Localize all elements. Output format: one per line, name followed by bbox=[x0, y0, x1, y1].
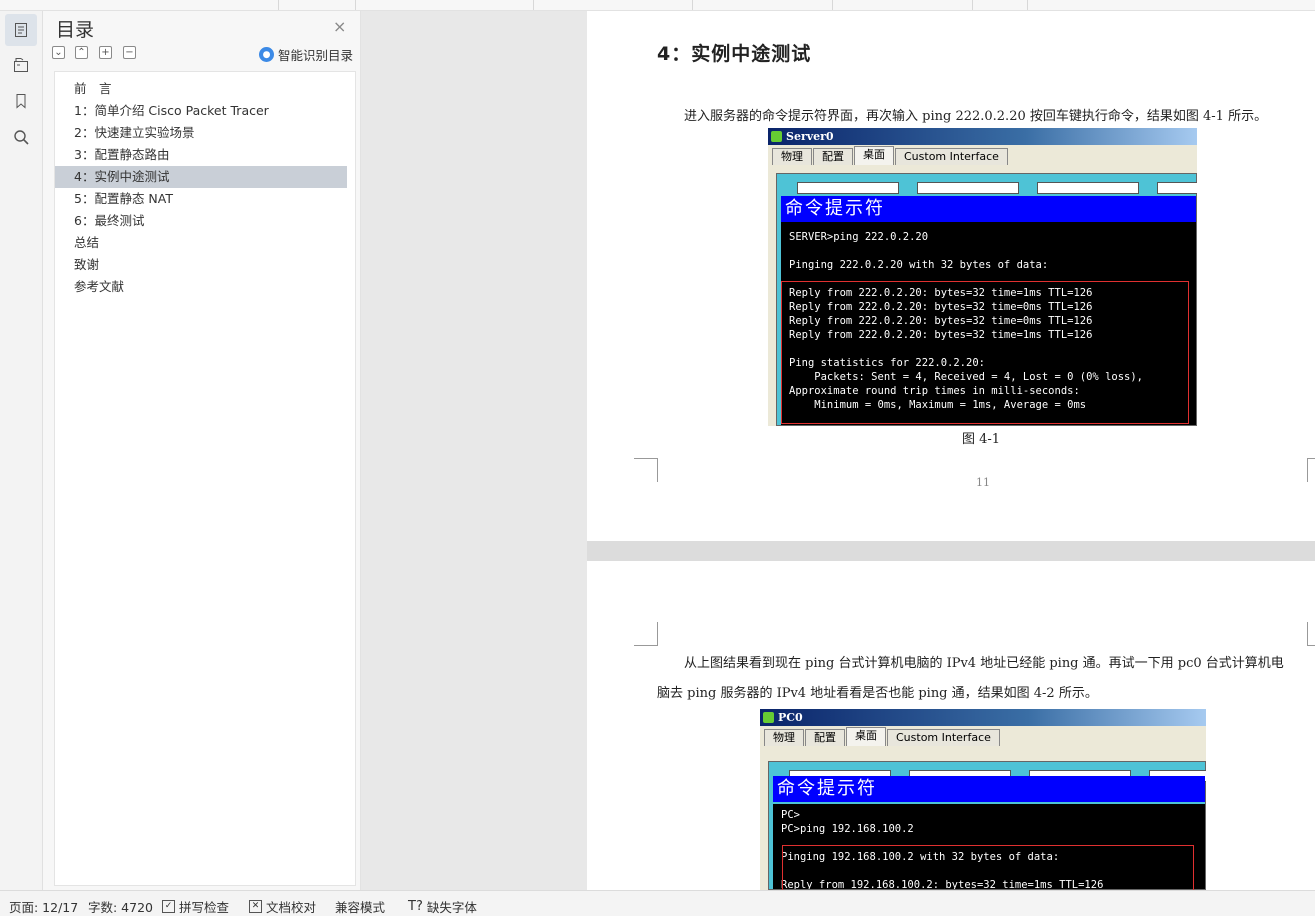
toolbar-divider bbox=[533, 0, 534, 10]
page-corner-mark bbox=[1307, 622, 1315, 646]
toc-item-selected[interactable]: 4：实例中途测试 bbox=[55, 166, 347, 188]
toc-list: 前 言 1：简单介绍 Cisco Packet Tracer 2：快速建立实验场… bbox=[54, 71, 356, 886]
highlight-box bbox=[782, 845, 1194, 890]
font-missing-icon: T? bbox=[408, 899, 423, 914]
section-heading: 4：实例中途测试 bbox=[657, 43, 812, 65]
desktop-tile bbox=[1157, 182, 1197, 194]
toolbar-divider bbox=[832, 0, 833, 10]
smart-toc-button[interactable]: ● 智能识别目录 bbox=[259, 45, 353, 64]
collapse-up-button[interactable]: ⌃ bbox=[75, 46, 88, 59]
figure-caption: 图 4-1 bbox=[962, 432, 1001, 447]
toolbar-divider bbox=[355, 0, 356, 10]
figure-tab: 配置 bbox=[805, 729, 845, 746]
word-count[interactable]: 字数: 4720 bbox=[88, 897, 153, 916]
page-separator bbox=[587, 541, 1315, 561]
toc-item[interactable]: 2：快速建立实验场景 bbox=[55, 122, 347, 144]
minus-icon: − bbox=[125, 47, 134, 58]
plus-icon: + bbox=[101, 47, 110, 58]
bookmark-panel-button[interactable] bbox=[5, 85, 37, 117]
toc-title: 目录 bbox=[56, 19, 95, 41]
remove-heading-button[interactable]: − bbox=[123, 46, 136, 59]
paragraph: 从上图结果看到现在 ping 台式计算机电脑的 IPv4 地址已经能 ping … bbox=[684, 656, 1284, 671]
toc-item[interactable]: 前 言 bbox=[55, 78, 347, 100]
highlight-box bbox=[781, 281, 1189, 424]
doc-proof-button[interactable]: ✕ 文档校对 bbox=[249, 897, 316, 916]
search-panel-button[interactable] bbox=[5, 121, 37, 153]
figure-server0-screenshot: Server0 物理 配置 桌面 Custom Interface 命令提示符 … bbox=[768, 128, 1197, 426]
toc-panel-button[interactable] bbox=[5, 14, 37, 46]
add-heading-button[interactable]: + bbox=[99, 46, 112, 59]
terminal-line: SERVER>ping 222.0.2.20 bbox=[789, 231, 929, 243]
figure-tab: 物理 bbox=[772, 148, 812, 165]
proof-icon: ✕ bbox=[249, 900, 262, 913]
collapse-down-button[interactable]: ⌄ bbox=[52, 46, 65, 59]
page-corner-mark bbox=[1307, 458, 1315, 482]
paragraph: 脑去 ping 服务器的 IPv4 地址看看是否也能 ping 通，结果如图 4… bbox=[657, 686, 1098, 701]
document-page: 4：实例中途测试 进入服务器的命令提示符界面，再次输入 ping 222.0.2… bbox=[587, 11, 1315, 541]
desktop-tile bbox=[1037, 182, 1139, 194]
figure-tab: 物理 bbox=[764, 729, 804, 746]
page-count[interactable]: 页面: 12/17 bbox=[9, 897, 78, 916]
document-background bbox=[361, 11, 587, 890]
toc-item[interactable]: 致谢 bbox=[55, 254, 347, 276]
chevron-down-icon: ⌄ bbox=[54, 47, 63, 58]
terminal-line: PC> bbox=[781, 809, 800, 821]
figure-tab: 配置 bbox=[813, 148, 853, 165]
document-page: 从上图结果看到现在 ping 台式计算机电脑的 IPv4 地址已经能 ping … bbox=[587, 561, 1315, 890]
ai-icon: ● bbox=[259, 47, 274, 62]
figure-pc0-screenshot: PC0 物理 配置 桌面 Custom Interface 命令提示符 PC> … bbox=[760, 709, 1206, 890]
document-outline-icon bbox=[15, 23, 27, 37]
top-toolbar-strip bbox=[0, 0, 1315, 11]
toc-panel: 目录 × ⌄ ⌃ + − ● 智能识别目录 前 言 1：简单介绍 Cisco P… bbox=[43, 11, 361, 890]
toolbar-divider bbox=[692, 0, 693, 10]
toolbar-divider bbox=[278, 0, 279, 10]
toc-item[interactable]: 3：配置静态路由 bbox=[55, 144, 347, 166]
figure-window-titlebar: Server0 bbox=[768, 128, 1197, 145]
smart-toc-label: 智能识别目录 bbox=[278, 48, 354, 63]
figure-tab: Custom Interface bbox=[887, 729, 1000, 746]
side-icon-rail bbox=[0, 11, 43, 890]
figure-window-titlebar: PC0 bbox=[760, 709, 1206, 726]
toc-item[interactable]: 5：配置静态 NAT bbox=[55, 188, 347, 210]
cmd-window-title: 命令提示符 bbox=[781, 196, 1196, 222]
cmd-window-title: 命令提示符 bbox=[773, 776, 1205, 802]
toc-item[interactable]: 6：最终测试 bbox=[55, 210, 347, 232]
page-corner-mark bbox=[634, 622, 658, 646]
terminal-line: PC>ping 192.168.100.2 bbox=[781, 823, 914, 835]
search-icon bbox=[13, 129, 29, 145]
toc-item[interactable]: 总结 bbox=[55, 232, 347, 254]
figure-tabs: 物理 配置 桌面 Custom Interface bbox=[772, 146, 1008, 165]
bookmark-icon bbox=[16, 94, 26, 109]
toolbar-divider bbox=[972, 0, 973, 10]
toc-item[interactable]: 1：简单介绍 Cisco Packet Tracer bbox=[55, 100, 347, 122]
status-bar: 页面: 12/17 字数: 4720 ✓ 拼写检查 ✕ 文档校对 兼容模式 T?… bbox=[0, 890, 1315, 916]
figure-tab-active: 桌面 bbox=[854, 146, 894, 165]
chevron-up-icon: ⌃ bbox=[77, 47, 86, 58]
app-icon bbox=[763, 712, 774, 723]
checkbox-check-icon: ✓ bbox=[162, 900, 175, 913]
toolbar-divider bbox=[1027, 0, 1028, 10]
close-icon[interactable]: × bbox=[333, 17, 346, 36]
paragraph: 进入服务器的命令提示符界面，再次输入 ping 222.0.2.20 按回车键执… bbox=[684, 109, 1268, 124]
structure-icon bbox=[14, 58, 28, 72]
toc-item[interactable]: 参考文献 bbox=[55, 276, 347, 298]
desktop-tile bbox=[917, 182, 1019, 194]
figure-tabs: 物理 配置 桌面 Custom Interface bbox=[764, 727, 1000, 746]
figure-tab-active: 桌面 bbox=[846, 727, 886, 746]
page-corner-mark bbox=[634, 458, 658, 482]
app-icon bbox=[771, 131, 782, 142]
figure-tab: Custom Interface bbox=[895, 148, 1008, 165]
page-number: 11 bbox=[976, 476, 990, 489]
navigation-panel-button[interactable] bbox=[5, 49, 37, 81]
missing-fonts-button[interactable]: T? 缺失字体 bbox=[408, 897, 477, 916]
spell-check-button[interactable]: ✓ 拼写检查 bbox=[162, 897, 229, 916]
compat-mode-label[interactable]: 兼容模式 bbox=[335, 897, 385, 916]
desktop-tile bbox=[797, 182, 899, 194]
terminal-line: Pinging 222.0.2.20 with 32 bytes of data… bbox=[789, 259, 1049, 271]
